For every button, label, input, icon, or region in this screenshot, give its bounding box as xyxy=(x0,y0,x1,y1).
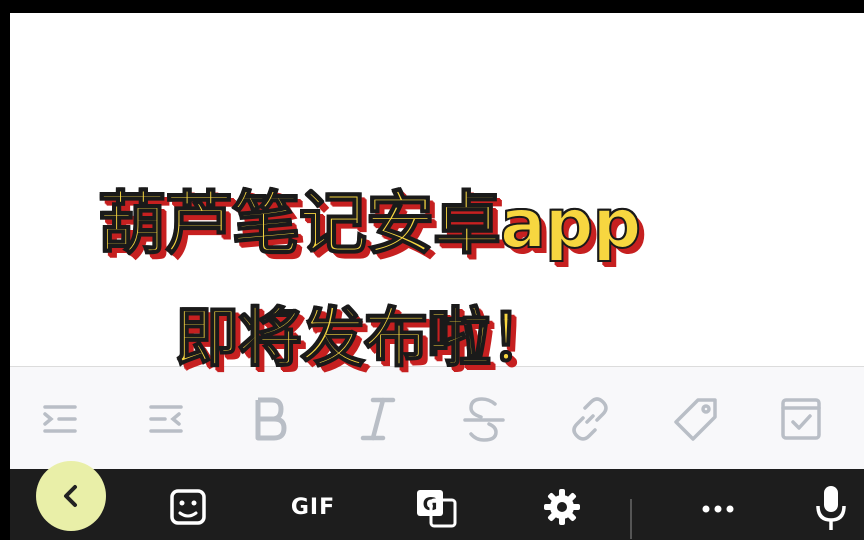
overlay-title-line2: 即将发布啦！ xyxy=(174,301,555,377)
overlay-title-line1: 葫芦笔记安卓app xyxy=(97,184,642,265)
tag-icon[interactable] xyxy=(668,391,724,447)
settings-button[interactable] xyxy=(534,479,590,535)
outdent-icon[interactable] xyxy=(138,391,194,447)
more-icon xyxy=(702,505,734,513)
italic-icon[interactable] xyxy=(350,391,406,447)
checklist-icon[interactable] xyxy=(773,391,829,447)
sticker-button[interactable] xyxy=(160,479,216,535)
gif-button[interactable]: GIF xyxy=(278,479,348,535)
keyboard-suggestion-bar: GIF G xyxy=(10,461,864,540)
mic-button[interactable] xyxy=(806,479,856,535)
bold-icon[interactable] xyxy=(242,391,298,447)
back-icon xyxy=(64,485,77,507)
sticker-icon xyxy=(170,489,206,525)
settings-icon xyxy=(544,489,580,525)
back-button[interactable] xyxy=(36,461,106,531)
translate-icon: G xyxy=(417,490,457,528)
toolbar-divider xyxy=(630,499,632,539)
gif-label: GIF xyxy=(290,494,336,520)
translate-button[interactable]: G xyxy=(408,479,464,535)
indent-icon[interactable] xyxy=(32,391,88,447)
strikethrough-icon[interactable] xyxy=(456,391,512,447)
link-icon[interactable] xyxy=(562,391,618,447)
app-screen: GIF G xyxy=(10,13,864,540)
more-button[interactable] xyxy=(690,479,746,535)
format-toolbar xyxy=(10,366,864,470)
mic-icon xyxy=(816,486,846,530)
